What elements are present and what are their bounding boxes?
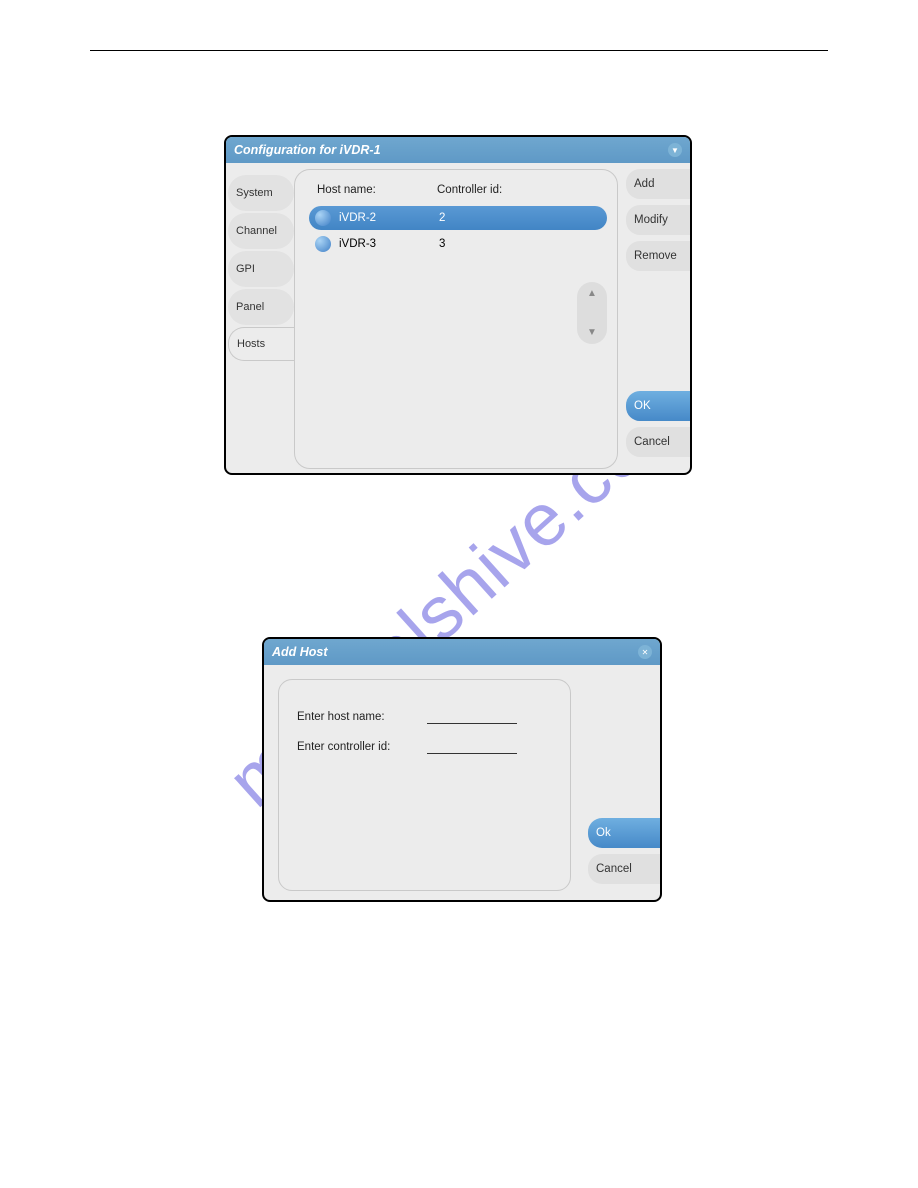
button-label: Ok	[596, 827, 611, 839]
tab-hosts[interactable]: Hosts	[228, 327, 294, 361]
header-hostname: Host name:	[317, 184, 437, 196]
dropdown-icon[interactable]: ▼	[668, 143, 682, 157]
ok-button[interactable]: Ok	[588, 818, 660, 848]
action-buttons: Add Modify Remove	[626, 169, 690, 277]
host-row[interactable]: iVDR-3 3	[309, 232, 607, 256]
tab-channel[interactable]: Channel	[228, 213, 294, 249]
controllerid-input[interactable]	[427, 740, 517, 754]
host-icon	[315, 236, 331, 252]
form-panel: Enter host name: Enter controller id:	[278, 679, 571, 891]
hostname-input[interactable]	[427, 710, 517, 724]
host-id-cell: 2	[439, 212, 445, 224]
dialog-title: Configuration for iVDR-1	[234, 143, 381, 157]
tab-system[interactable]: System	[228, 175, 294, 211]
modify-button[interactable]: Modify	[626, 205, 690, 235]
button-label: Modify	[634, 214, 668, 226]
cancel-button[interactable]: Cancel	[588, 854, 660, 884]
controllerid-label: Enter controller id:	[297, 741, 427, 753]
column-headers: Host name: Controller id:	[295, 170, 617, 204]
button-label: OK	[634, 400, 651, 412]
tab-gpi[interactable]: GPI	[228, 251, 294, 287]
button-label: Cancel	[596, 863, 632, 875]
button-label: Cancel	[634, 436, 670, 448]
titlebar: Add Host ✕	[264, 639, 660, 665]
cancel-button[interactable]: Cancel	[626, 427, 690, 457]
hostname-label: Enter host name:	[297, 711, 427, 723]
button-label: Add	[634, 178, 654, 190]
scroll-control[interactable]: ▲ ▼	[577, 282, 607, 344]
page-divider	[90, 50, 828, 51]
tab-panel[interactable]: Panel	[228, 289, 294, 325]
hosts-panel: Host name: Controller id: iVDR-2 2 iVDR-…	[294, 169, 618, 469]
tab-label: Panel	[236, 301, 264, 313]
configuration-dialog: Configuration for iVDR-1 ▼ System Channe…	[224, 135, 692, 475]
button-label: Remove	[634, 250, 677, 262]
titlebar: Configuration for iVDR-1 ▼	[226, 137, 690, 163]
tab-label: Channel	[236, 225, 277, 237]
tab-label: GPI	[236, 263, 255, 275]
dialog-title: Add Host	[272, 645, 328, 659]
add-button[interactable]: Add	[626, 169, 690, 199]
tab-label: Hosts	[237, 338, 265, 350]
scroll-down-icon[interactable]: ▼	[587, 327, 597, 338]
form-row-controllerid: Enter controller id:	[297, 740, 552, 754]
host-name-cell: iVDR-3	[339, 238, 439, 250]
host-row[interactable]: iVDR-2 2	[309, 206, 607, 230]
host-id-cell: 3	[439, 238, 445, 250]
tabs-sidebar: System Channel GPI Panel Hosts	[228, 175, 294, 361]
header-controllerid: Controller id:	[437, 184, 502, 196]
tab-label: System	[236, 187, 273, 199]
add-host-dialog: Add Host ✕ Enter host name: Enter contro…	[262, 637, 662, 902]
form-row-hostname: Enter host name:	[297, 710, 552, 724]
scroll-up-icon[interactable]: ▲	[587, 288, 597, 299]
host-name-cell: iVDR-2	[339, 212, 439, 224]
host-icon	[315, 210, 331, 226]
remove-button[interactable]: Remove	[626, 241, 690, 271]
confirm-buttons: Ok Cancel	[588, 818, 660, 890]
confirm-buttons: OK Cancel	[626, 391, 690, 463]
close-icon[interactable]: ✕	[638, 645, 652, 659]
ok-button[interactable]: OK	[626, 391, 690, 421]
